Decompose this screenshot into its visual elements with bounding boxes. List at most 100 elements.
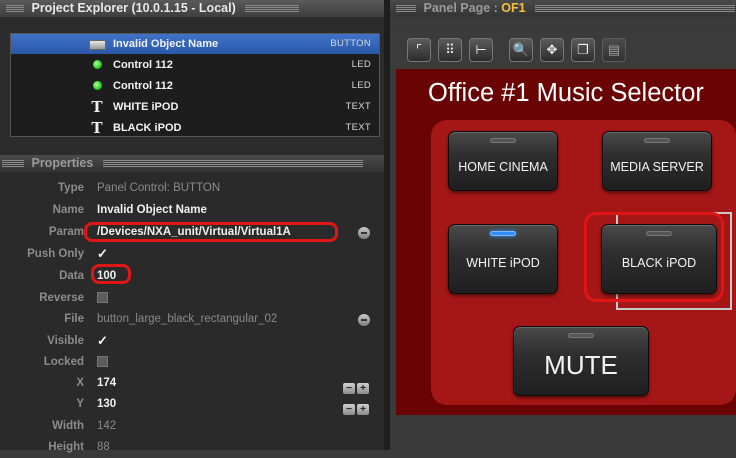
grip-icon bbox=[2, 160, 24, 168]
decrement-icon[interactable]: − bbox=[343, 383, 355, 394]
property-height[interactable]: Height 88 bbox=[0, 437, 384, 458]
push-only-checkbox[interactable]: ✓ bbox=[97, 247, 108, 260]
properties-titlebar[interactable]: Properties bbox=[0, 155, 384, 172]
item-type: BUTTON bbox=[330, 38, 371, 49]
button-label: MUTE bbox=[544, 350, 618, 380]
list-item[interactable]: Control 112 LED bbox=[11, 76, 379, 96]
button-led bbox=[644, 138, 670, 143]
grip-icon bbox=[396, 5, 416, 13]
item-name: BLACK iPOD bbox=[113, 122, 182, 134]
x-stepper[interactable]: − + bbox=[343, 378, 371, 394]
property-label: Locked bbox=[43, 356, 84, 368]
led-icon bbox=[87, 55, 107, 75]
param-highlight bbox=[84, 222, 338, 242]
button-led bbox=[490, 138, 516, 143]
name-field[interactable]: Invalid Object Name bbox=[97, 200, 207, 221]
item-type: TEXT bbox=[345, 122, 371, 133]
property-label: Height bbox=[48, 441, 84, 453]
text-icon: T bbox=[91, 98, 103, 116]
file-field[interactable]: button_large_black_rectangular_02 bbox=[97, 309, 277, 330]
canvas-title: Office #1 Music Selector bbox=[428, 79, 704, 107]
locked-checkbox[interactable] bbox=[97, 356, 108, 367]
media-server-button[interactable]: MEDIA SERVER bbox=[602, 131, 712, 191]
property-label: Visible bbox=[47, 335, 84, 347]
list-item[interactable]: T BLACK iPOD TEXT bbox=[11, 118, 379, 137]
width-field[interactable]: 142 bbox=[97, 416, 116, 437]
item-name: Control 112 bbox=[113, 59, 173, 71]
button-label: MEDIA SERVER bbox=[610, 160, 704, 174]
list-item[interactable]: Invalid Object Name BUTTON bbox=[11, 34, 379, 54]
copy-icon[interactable]: ❐ bbox=[571, 38, 595, 62]
item-name: Control 112 bbox=[113, 80, 173, 92]
y-field[interactable]: 130 bbox=[97, 394, 116, 415]
decrement-icon[interactable]: − bbox=[343, 404, 355, 415]
panel-toolbar: ⌜ ⠿ ⊢ 🔍 ✥ ❐ ▤ bbox=[390, 31, 736, 69]
list-item[interactable]: T WHITE iPOD TEXT bbox=[11, 97, 379, 117]
height-field[interactable]: 88 bbox=[97, 437, 110, 458]
property-reverse[interactable]: Reverse bbox=[0, 288, 384, 309]
project-explorer-titlebar[interactable]: Project Explorer (10.0.1.15 - Local) bbox=[0, 0, 384, 17]
panel-page-title: Panel Page : bbox=[423, 1, 502, 15]
property-label: Data bbox=[59, 270, 84, 282]
property-label: Y bbox=[76, 398, 84, 410]
property-push-only[interactable]: Push Only ✓ bbox=[0, 244, 384, 265]
text-icon: T bbox=[91, 119, 103, 137]
white-ipod-button[interactable]: WHITE iPOD bbox=[448, 224, 558, 294]
property-label: X bbox=[76, 377, 84, 389]
property-width[interactable]: Width 142 bbox=[0, 416, 384, 437]
property-name[interactable]: Name Invalid Object Name bbox=[0, 200, 384, 221]
zoom-icon[interactable]: 🔍 bbox=[509, 38, 533, 62]
home-cinema-button[interactable]: HOME CINEMA bbox=[448, 131, 558, 191]
project-explorer-list: Invalid Object Name BUTTON Control 112 L… bbox=[10, 33, 380, 137]
grip-icon bbox=[102, 160, 363, 168]
grip-icon bbox=[535, 5, 736, 13]
button-icon bbox=[87, 34, 107, 54]
property-label: Width bbox=[52, 420, 84, 432]
grip-icon bbox=[245, 5, 300, 13]
property-type: Type Panel Control: BUTTON bbox=[0, 178, 384, 199]
move-icon[interactable]: ✥ bbox=[540, 38, 564, 62]
paste-icon[interactable]: ▤ bbox=[602, 38, 626, 62]
button-label: WHITE iPOD bbox=[466, 256, 540, 270]
panel-page-footer bbox=[390, 415, 736, 450]
panel-page-name: OF1 bbox=[501, 1, 526, 15]
clear-icon[interactable] bbox=[358, 227, 370, 239]
grid-icon[interactable]: ⠿ bbox=[438, 38, 462, 62]
property-label: Name bbox=[52, 204, 84, 216]
led-icon bbox=[87, 76, 107, 96]
property-data[interactable]: Data 100 bbox=[0, 266, 384, 287]
properties-title: Properties bbox=[31, 156, 94, 170]
list-item[interactable]: Control 112 LED bbox=[11, 55, 379, 75]
align-icon[interactable]: ⊢ bbox=[469, 38, 493, 62]
black-ipod-highlight bbox=[584, 212, 724, 302]
grip-icon bbox=[6, 5, 24, 13]
mute-button[interactable]: MUTE bbox=[513, 326, 649, 396]
property-value: Panel Control: BUTTON bbox=[97, 182, 221, 194]
increment-icon[interactable]: + bbox=[357, 404, 369, 415]
reverse-checkbox[interactable] bbox=[97, 292, 108, 303]
button-led bbox=[490, 231, 516, 236]
property-label: Type bbox=[58, 182, 84, 194]
item-name: WHITE iPOD bbox=[113, 101, 179, 113]
increment-icon[interactable]: + bbox=[357, 383, 369, 394]
item-type: LED bbox=[351, 59, 371, 70]
panel-page-titlebar[interactable]: Panel Page : OF1 bbox=[390, 0, 736, 17]
property-file[interactable]: File button_large_black_rectangular_02 bbox=[0, 309, 384, 330]
property-y[interactable]: Y 130 − + bbox=[0, 394, 384, 415]
frame-icon[interactable]: ⌜ bbox=[407, 38, 431, 62]
property-label: File bbox=[64, 313, 84, 325]
property-label: Push Only bbox=[27, 248, 84, 260]
y-stepper[interactable]: − + bbox=[343, 399, 371, 415]
item-type: LED bbox=[351, 80, 371, 91]
property-label: Param bbox=[48, 226, 84, 238]
data-highlight bbox=[91, 264, 131, 284]
visible-checkbox[interactable]: ✓ bbox=[97, 334, 108, 347]
property-locked[interactable]: Locked bbox=[0, 352, 384, 373]
property-x[interactable]: X 174 − + bbox=[0, 373, 384, 394]
clear-icon[interactable] bbox=[358, 314, 370, 326]
property-visible[interactable]: Visible ✓ bbox=[0, 331, 384, 352]
item-type: TEXT bbox=[345, 101, 371, 112]
property-label: Reverse bbox=[39, 292, 84, 304]
x-field[interactable]: 174 bbox=[97, 373, 116, 394]
item-name: Invalid Object Name bbox=[113, 38, 219, 50]
